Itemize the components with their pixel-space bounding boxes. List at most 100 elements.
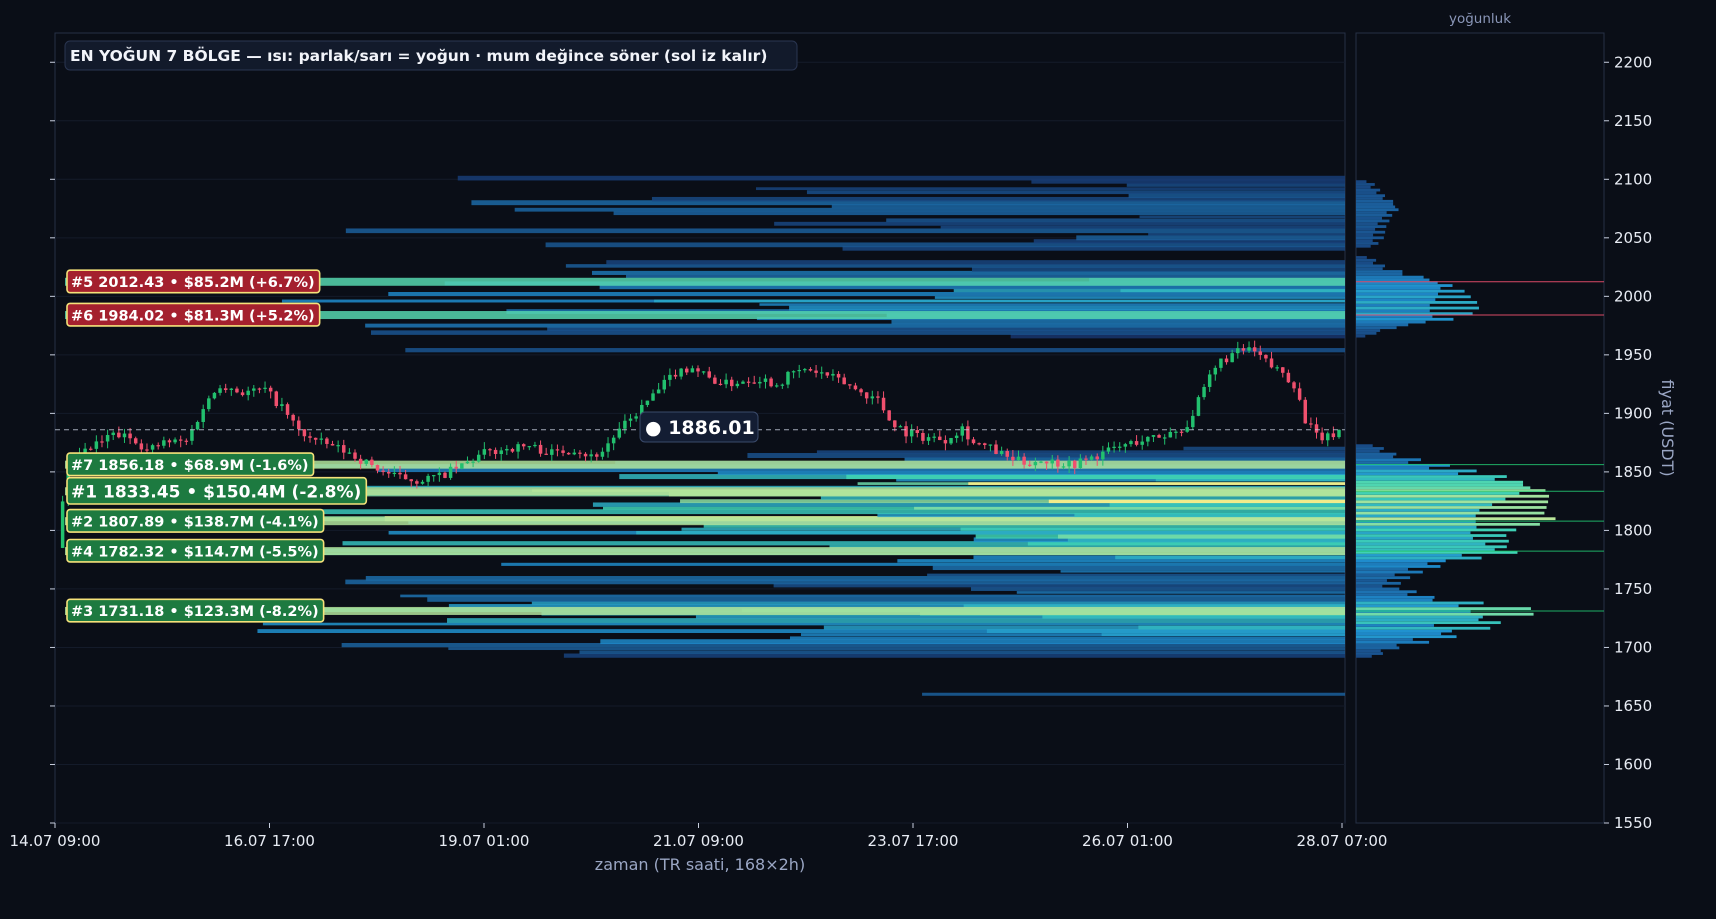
candle-body (533, 444, 537, 447)
density-panel (1355, 32, 1605, 824)
candle-body (881, 397, 886, 411)
heat-band-core (1101, 633, 1345, 637)
candle-body (516, 444, 520, 452)
candle-body (460, 463, 464, 469)
candle-body (1168, 431, 1173, 438)
density-bar (1356, 514, 1476, 518)
y-tick-label: 1650 (1614, 697, 1652, 715)
candle-body (758, 381, 762, 384)
density-bar (1356, 202, 1394, 206)
candle-body (1140, 441, 1144, 445)
candle-body (797, 369, 801, 372)
candle-body (1309, 423, 1313, 425)
candle-body (133, 438, 138, 444)
candle-body (280, 404, 284, 406)
candle-body (1202, 386, 1206, 398)
candle-body (578, 452, 582, 454)
candle-body (707, 371, 711, 378)
candle-body (1123, 444, 1128, 447)
density-bar (1356, 264, 1385, 268)
candle-body (904, 426, 908, 437)
heat-band-core (1109, 502, 1345, 507)
candle-body (786, 371, 790, 385)
x-tick-label: 19.07 01:00 (439, 832, 530, 850)
density-bar (1356, 621, 1501, 625)
density-bar (1356, 618, 1479, 622)
density-bar (1356, 595, 1435, 599)
zone-label-2: #2 1807.89 • $138.7M (-4.1%) (66, 508, 325, 533)
density-bar (1356, 525, 1477, 529)
y-tick-label: 1550 (1614, 814, 1652, 832)
candle-body (1174, 431, 1178, 433)
candle-body (1230, 353, 1234, 363)
density-bar (1356, 545, 1507, 549)
candle-body (1196, 397, 1201, 416)
candle-body (465, 461, 470, 464)
heat-band (789, 305, 1345, 311)
density-bar (1356, 477, 1495, 481)
current-price-label: ● 1886.01 (645, 417, 755, 439)
heat-band (759, 303, 1345, 306)
heat-band-core (1120, 288, 1345, 293)
candle-body (943, 440, 948, 444)
candle-body (488, 449, 492, 451)
candle-body (921, 433, 925, 441)
candle-body (178, 439, 183, 441)
candle-body (156, 445, 160, 447)
candle-body (971, 439, 976, 444)
density-bar (1356, 584, 1383, 588)
candle-body (342, 445, 346, 453)
candle-body (623, 420, 627, 429)
density-bar (1356, 458, 1421, 462)
candle-body (977, 443, 981, 445)
candle-body (1072, 460, 1077, 469)
heat-band (940, 225, 1345, 229)
candle-body (774, 385, 779, 387)
candle-body (285, 404, 290, 415)
heat-band (606, 260, 1345, 265)
heat-band-core (968, 482, 1345, 485)
density-bar (1356, 542, 1486, 546)
density-bar (1356, 188, 1381, 192)
density-bar (1356, 503, 1493, 507)
candle-body (128, 433, 132, 439)
heat-band (625, 274, 1345, 279)
heat-band (365, 323, 1345, 328)
candle-body (696, 368, 700, 372)
heat-band (501, 562, 1345, 566)
candle-body (566, 452, 571, 455)
chart-title: EN YOĞUN 7 BÖLGE — ısı: parlak/sarı = yo… (70, 46, 767, 65)
candle-body (729, 379, 734, 387)
candle-body (713, 377, 717, 384)
candle-body (656, 389, 661, 394)
heat-band-core (960, 527, 1345, 531)
heat-band (1183, 446, 1345, 451)
density-bar (1356, 331, 1377, 335)
density-bar (1356, 225, 1387, 228)
heat-band (405, 348, 1345, 353)
heat-band-core (1138, 625, 1345, 630)
candle-body (358, 458, 363, 464)
candle-body (1101, 451, 1105, 460)
candle-body (448, 466, 453, 478)
candle-body (668, 374, 672, 380)
candle-body (954, 435, 959, 438)
heat-band (613, 211, 1345, 216)
candle-body (1151, 435, 1156, 437)
candle-body (145, 449, 149, 451)
density-bar (1356, 483, 1524, 487)
density-bar (1356, 275, 1424, 279)
candle-body (595, 454, 599, 457)
density-bar (1356, 326, 1397, 330)
heat-band (816, 450, 1345, 454)
candle-body (938, 436, 942, 441)
candle-body (1033, 461, 1038, 466)
zone-label-5: #5 2012.43 • $85.2M (+6.7%) (66, 269, 321, 294)
density-bar (1356, 511, 1545, 515)
heat-band (891, 319, 1345, 325)
price-chart: 1550 1600 1650 1700 1750 1800 1850 1900 1950 2000… (10, 11, 1677, 874)
density-bar (1356, 216, 1382, 220)
candle-body (634, 416, 638, 419)
candle-body (426, 475, 430, 482)
heat-band (1148, 232, 1345, 236)
